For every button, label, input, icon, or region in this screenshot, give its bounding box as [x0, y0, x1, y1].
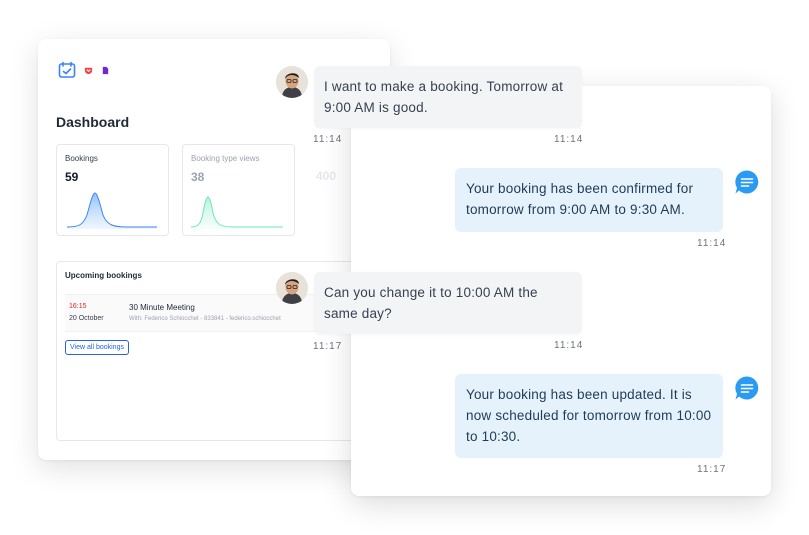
booking-date: 20 October: [69, 315, 104, 322]
stat-value: 59: [65, 170, 79, 184]
stat-label: Bookings: [65, 154, 98, 163]
dashboard-title: Dashboard: [56, 114, 130, 130]
user-avatar: [276, 272, 308, 304]
booking-meeting-title: 30 Minute Meeting: [129, 303, 195, 312]
calendar-check-icon: [58, 61, 76, 78]
message-timestamp: 11:17: [313, 341, 343, 352]
chat-bubble-icon: [735, 376, 759, 400]
view-all-bookings-button[interactable]: View all bookings: [65, 340, 129, 355]
stat-card-booking-type-views[interactable]: Booking type views 38: [182, 144, 295, 236]
booking-time: 16:15: [69, 303, 87, 310]
stat-value: 38: [191, 170, 205, 184]
message-bubble-user: Can you change it to 10:00 AM the same d…: [314, 272, 582, 334]
extension-icon: [102, 66, 109, 74]
stat-label: Booking type views: [191, 154, 260, 163]
upcoming-title: Upcoming bookings: [65, 271, 142, 280]
avatar-image: [276, 272, 308, 304]
pocket-icon: [84, 67, 93, 74]
app-logos: [58, 61, 110, 79]
user-avatar: [276, 66, 308, 98]
views-sparkline: [190, 196, 283, 229]
message-timestamp: 11:14: [554, 134, 584, 145]
message-bubble-bot: Your booking has been confirmed for tomo…: [455, 168, 723, 232]
booking-attendee: With: Federico Schiocchet - 833841 - fed…: [129, 316, 281, 322]
avatar-image: [276, 66, 308, 98]
message-timestamp: 11:14: [697, 238, 727, 249]
message-timestamp: 11:14: [313, 134, 343, 145]
message-bubble-user: I want to make a booking. Tomorrow at 9:…: [314, 66, 582, 128]
stat-card-bookings[interactable]: Bookings 59: [56, 144, 169, 236]
message-bubble-bot: Your booking has been updated. It is now…: [455, 374, 723, 458]
message-timestamp: 11:17: [697, 464, 727, 475]
bookings-sparkline: [66, 192, 157, 229]
stat-value: 400: [316, 169, 337, 183]
chat-bubble-icon: [735, 170, 759, 194]
message-timestamp: 11:14: [554, 340, 584, 351]
